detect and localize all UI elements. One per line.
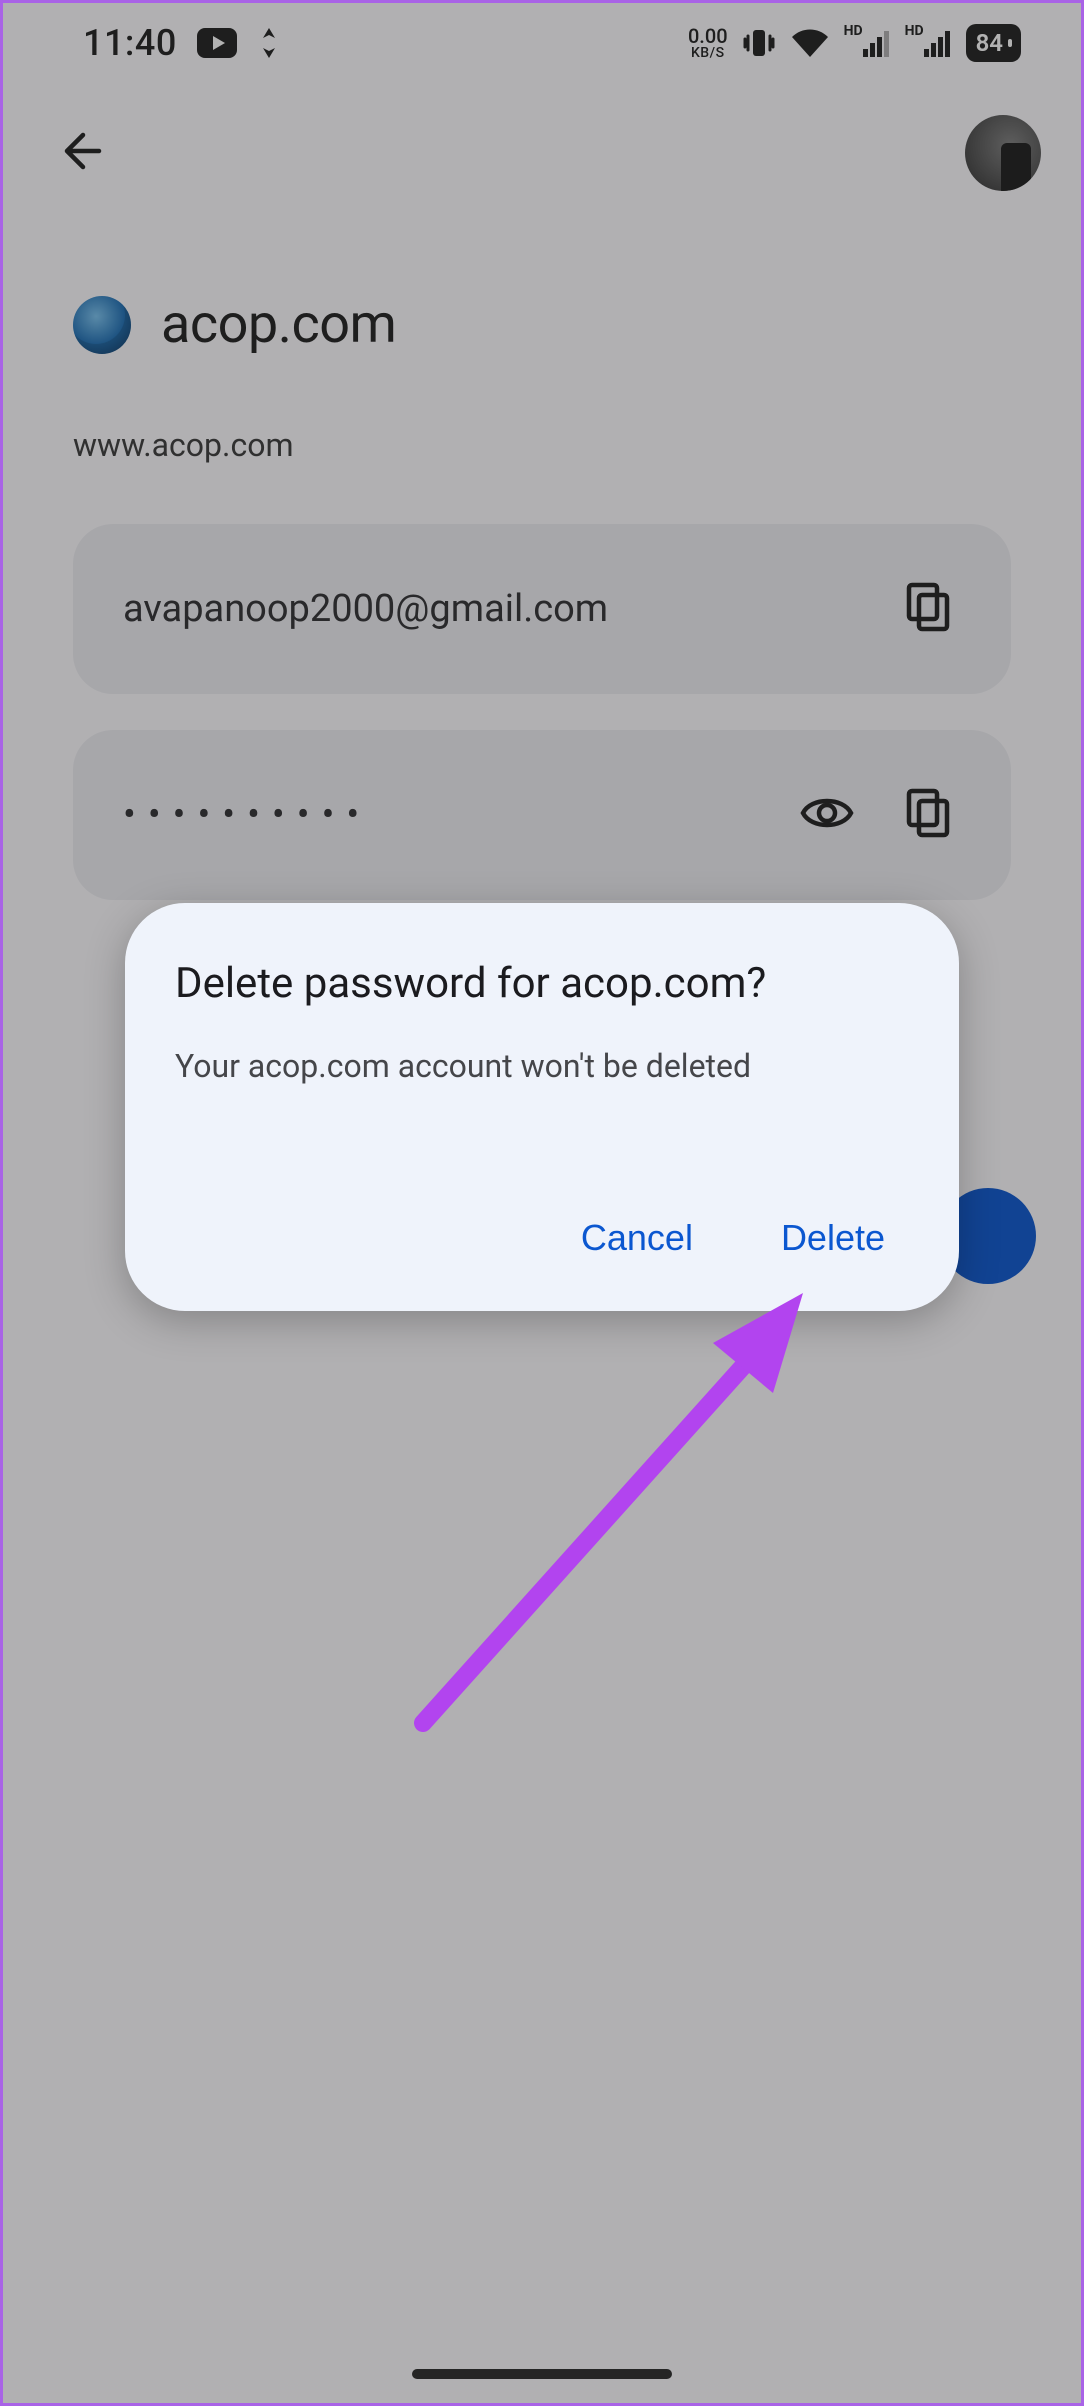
dialog-title: Delete password for acop.com? <box>175 959 909 1008</box>
cancel-button[interactable]: Cancel <box>577 1209 697 1267</box>
delete-button[interactable]: Delete <box>777 1209 889 1267</box>
delete-password-dialog: Delete password for acop.com? Your acop.… <box>125 903 959 1311</box>
dialog-body: Your acop.com account won't be deleted <box>175 1044 909 1089</box>
device-frame: 11:40 0.00 KB/S HD HD <box>0 0 1084 2406</box>
dialog-actions: Cancel Delete <box>175 1209 909 1267</box>
